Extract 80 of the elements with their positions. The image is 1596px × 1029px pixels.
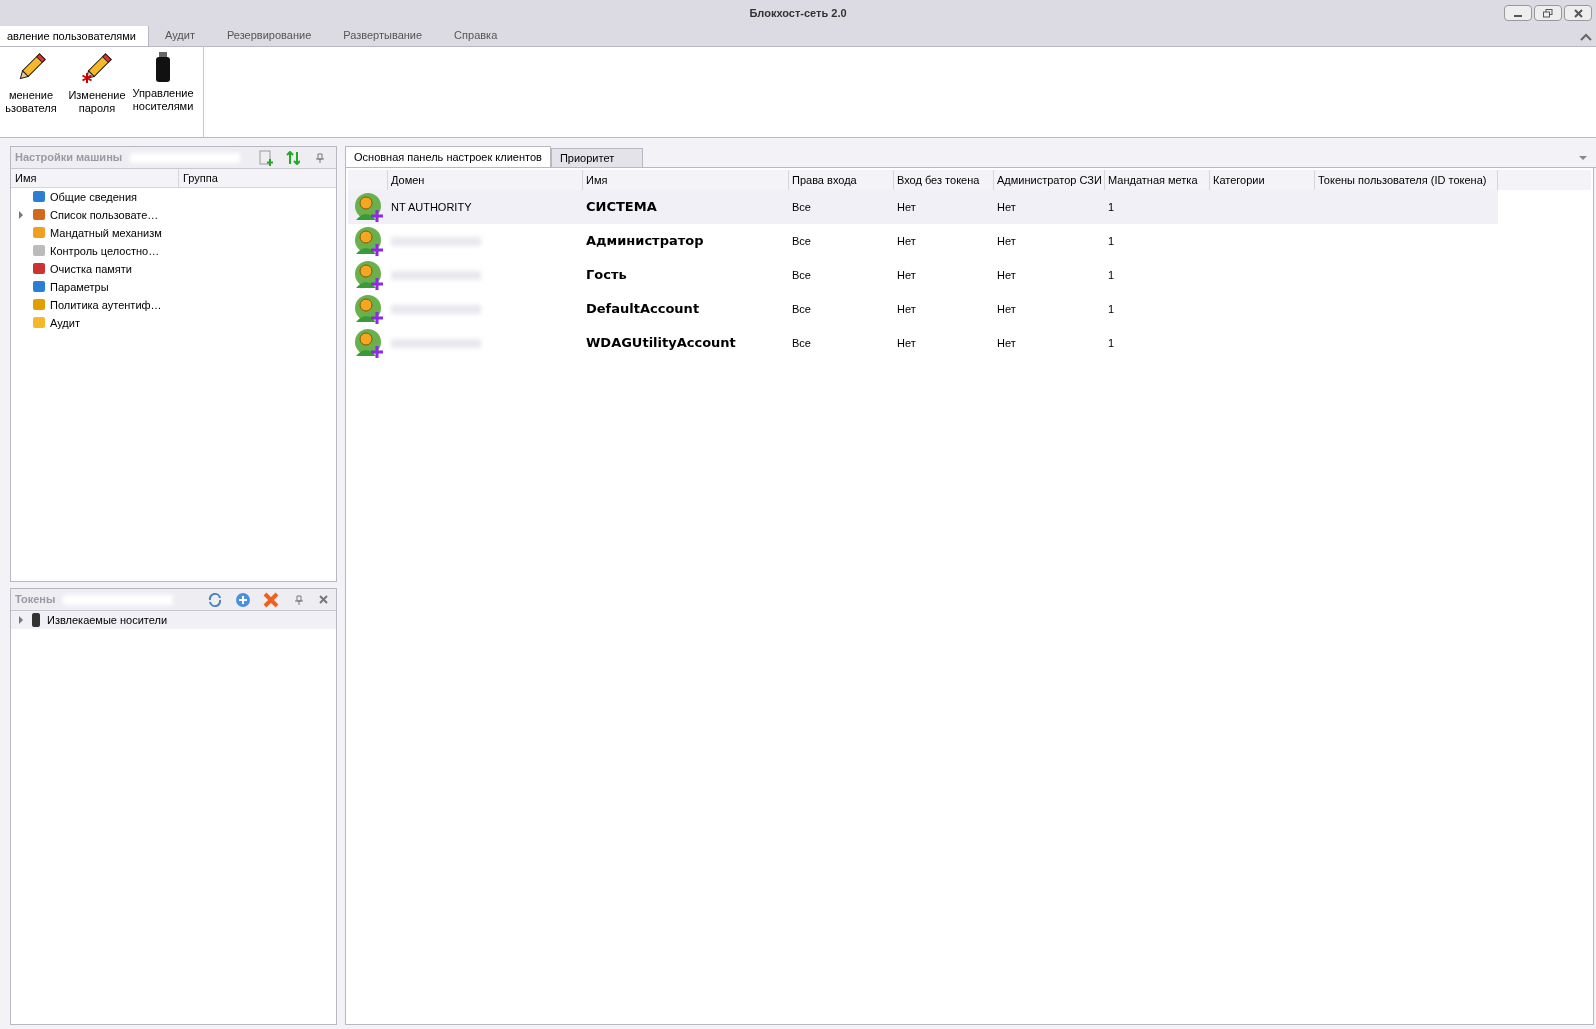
tree-item[interactable]: Аудит [11, 314, 336, 332]
close-icon [1573, 8, 1583, 18]
ribbon-tab[interactable]: Аудит [149, 25, 211, 46]
table-cell: Нет [997, 302, 1016, 315]
column-header[interactable]: Группа [179, 169, 336, 187]
table-cell: Нет [997, 234, 1016, 247]
user-add-icon [353, 260, 383, 290]
table-cell: 1 [1108, 302, 1115, 315]
usb-drive-icon [153, 51, 173, 83]
table-row[interactable]: WDAGUtilityAccount Все Нет Нет 1 [348, 326, 1498, 360]
tree-item[interactable]: Контроль целостно… [11, 242, 336, 260]
ribbon-tab[interactable]: авление пользователями [0, 25, 149, 46]
pin-icon[interactable] [295, 594, 303, 605]
expand-arrow-icon[interactable] [19, 616, 23, 624]
content-tab[interactable]: Основная панель настроек клиентов [345, 146, 551, 167]
table-row[interactable]: DefaultAccount Все Нет Нет 1 [348, 292, 1498, 326]
table-row[interactable]: NT AUTHORITY СИСТЕМА Все Нет Нет 1 [348, 190, 1498, 224]
panel-title: Настройки машины [15, 150, 123, 166]
table-cell: Нет [997, 336, 1016, 349]
tree-item[interactable]: Общие сведения [11, 188, 336, 206]
table-cell: Все [792, 302, 811, 315]
table-cell: Гость [586, 267, 627, 283]
table-cell: WDAGUtilityAccount [586, 335, 736, 351]
restore-button[interactable] [1534, 5, 1562, 21]
table-cell: СИСТЕМА [586, 199, 657, 215]
tree-item[interactable]: Извлекаемые носители [11, 611, 336, 629]
user-add-icon [353, 192, 383, 222]
window-title: Блокхост-сеть 2.0 [749, 5, 847, 21]
ribbon-tab[interactable]: Развертывание [327, 25, 439, 46]
refresh-icon[interactable] [207, 591, 223, 608]
usb-drive-icon [31, 612, 41, 628]
table-row[interactable]: Гость Все Нет Нет 1 [348, 258, 1498, 292]
tree-item[interactable]: Мандатный механизм [11, 224, 336, 242]
expand-arrow-icon[interactable] [19, 211, 23, 219]
table-cell: Нет [897, 200, 916, 213]
table-cell: Нет [897, 234, 916, 247]
ribbon-button[interactable]: Управление носителями [134, 51, 192, 113]
dropdown-arrow-icon[interactable] [1578, 155, 1588, 161]
table-cell: 1 [1108, 234, 1115, 247]
panel-title: Токены [15, 592, 56, 608]
restore-icon [1543, 8, 1553, 18]
close-icon[interactable] [319, 595, 328, 604]
table-cell: Нет [897, 336, 916, 349]
asterisk-icon [81, 72, 93, 84]
tree-item[interactable]: Политика аутентиф… [11, 296, 336, 314]
add-circle-icon[interactable] [235, 591, 251, 608]
user-add-icon [353, 226, 383, 256]
ribbon-tab[interactable]: Резервирование [210, 25, 328, 46]
ribbon-button[interactable]: Изменение пароля [68, 51, 126, 115]
sort-arrows-icon[interactable] [286, 150, 300, 165]
tree-item[interactable]: Список пользовате… [11, 206, 336, 224]
table-cell: Все [792, 200, 811, 213]
column-header[interactable]: Имя [11, 169, 179, 187]
ribbon-tab[interactable]: Справка [438, 25, 514, 46]
table-cell: Все [792, 336, 811, 349]
table-cell: 1 [1108, 268, 1115, 281]
table-cell-text: NT AUTHORITY [391, 199, 472, 215]
table-cell: Нет [997, 268, 1016, 281]
table-cell: Администратор [586, 233, 704, 249]
user-add-icon [353, 328, 383, 358]
close-button[interactable] [1564, 5, 1592, 21]
tree-item[interactable]: Очистка памяти [11, 260, 336, 278]
table-cell: Нет [897, 268, 916, 281]
ribbon-button[interactable]: менение ьзователя [2, 51, 60, 115]
table-cell: Все [792, 234, 811, 247]
table-cell: Нет [997, 200, 1016, 213]
collapse-ribbon-icon[interactable] [1580, 32, 1592, 42]
table-cell: 1 [1108, 200, 1115, 213]
user-add-icon [353, 294, 383, 324]
tree-item[interactable]: Параметры [11, 278, 336, 296]
pin-icon[interactable] [316, 152, 324, 163]
table-cell: Все [792, 268, 811, 281]
table-row[interactable]: Администратор Все Нет Нет 1 [348, 224, 1498, 258]
table-cell: Нет [897, 302, 916, 315]
document-add-icon[interactable] [258, 149, 274, 166]
table-cell: 1 [1108, 336, 1115, 349]
delete-icon[interactable] [263, 591, 279, 608]
table-cell: DefaultAccount [586, 301, 700, 317]
minimize-button[interactable] [1504, 5, 1532, 21]
content-tab[interactable]: Приоритет [550, 148, 643, 167]
